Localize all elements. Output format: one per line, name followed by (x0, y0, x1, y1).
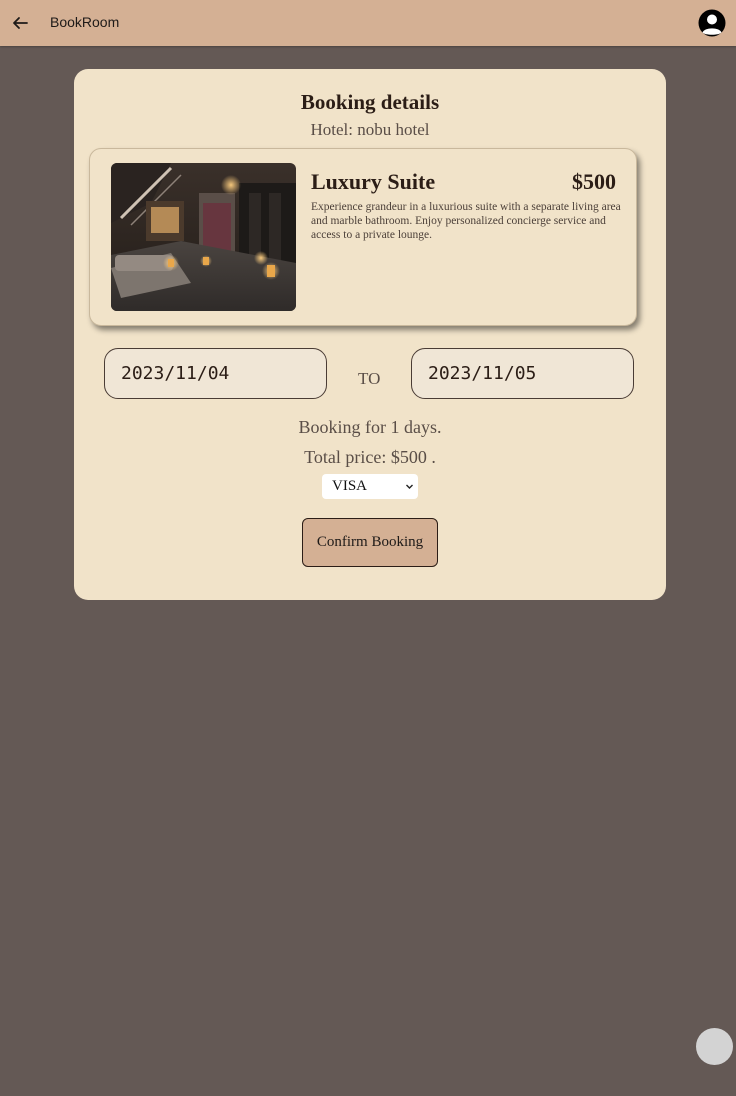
total-price-text: Total price: $500 . (304, 447, 436, 467)
app-title: BookRoom (50, 14, 120, 30)
payment-method-select[interactable]: VISA (322, 474, 418, 499)
floating-action-button[interactable] (696, 1028, 733, 1065)
confirm-booking-button[interactable]: Confirm Booking (302, 518, 438, 567)
account-button[interactable] (698, 9, 726, 37)
hotel-name: Hotel: nobu hotel (310, 120, 430, 139)
booking-duration-text: Booking for 1 days. (298, 417, 442, 437)
check-out-date-field[interactable]: 2023/11/05 (411, 348, 634, 399)
room-card: Luxury Suite $500 Experience grandeur in… (89, 148, 637, 326)
room-photo (111, 163, 296, 311)
back-button[interactable] (9, 12, 31, 34)
page-title: Booking details (300, 90, 440, 114)
top-app-bar: BookRoom (0, 0, 736, 46)
room-name: Luxury Suite (311, 169, 436, 194)
arrow-left-icon (13, 17, 28, 29)
booking-details-panel: Booking details Hotel: nobu hotel Luxury… (74, 69, 666, 600)
chevron-down-icon (406, 484, 413, 489)
room-description: Experience grandeur in a luxurious suite… (311, 201, 621, 241)
account-circle-icon (698, 9, 726, 37)
payment-method-value: VISA (332, 478, 368, 494)
room-price: $500 (572, 169, 616, 194)
check-in-date-field[interactable]: 2023/11/04 (104, 348, 327, 399)
date-range-separator: TO (358, 369, 381, 388)
